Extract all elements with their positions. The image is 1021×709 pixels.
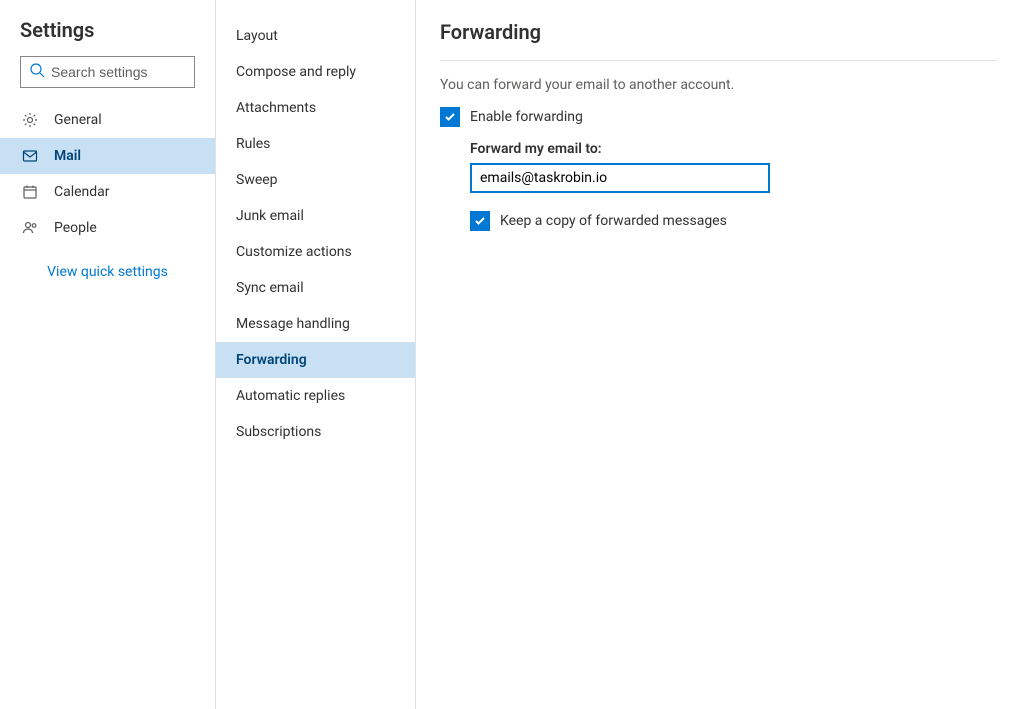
- enable-forwarding-label: Enable forwarding: [470, 109, 583, 125]
- checkmark-icon: [473, 214, 487, 228]
- checkmark-icon: [443, 110, 457, 124]
- subnav-label: Customize actions: [236, 244, 352, 260]
- forward-to-input[interactable]: [470, 163, 770, 193]
- view-quick-settings-link[interactable]: View quick settings: [0, 246, 215, 298]
- search-box[interactable]: [20, 56, 195, 88]
- subnav-item-message-handling[interactable]: Message handling: [216, 306, 415, 342]
- subnav-label: Junk email: [236, 208, 304, 224]
- subnav-item-subscriptions[interactable]: Subscriptions: [216, 414, 415, 450]
- enable-forwarding-checkbox[interactable]: [440, 107, 460, 127]
- subnav-item-sync[interactable]: Sync email: [216, 270, 415, 306]
- subnav-label: Sync email: [236, 280, 304, 296]
- subnav-item-auto-replies[interactable]: Automatic replies: [216, 378, 415, 414]
- page-title: Forwarding: [440, 20, 997, 60]
- keep-copy-label: Keep a copy of forwarded messages: [500, 213, 727, 229]
- subnav-label: Rules: [236, 136, 270, 152]
- settings-content: Forwarding You can forward your email to…: [416, 0, 1021, 709]
- subnav-item-customize[interactable]: Customize actions: [216, 234, 415, 270]
- settings-title: Settings: [0, 18, 215, 56]
- forward-to-label: Forward my email to:: [470, 141, 997, 157]
- mail-icon: [20, 148, 40, 164]
- page-description: You can forward your email to another ac…: [440, 77, 997, 93]
- subnav-label: Subscriptions: [236, 424, 321, 440]
- nav-item-label: General: [54, 112, 102, 128]
- subnav-item-layout[interactable]: Layout: [216, 18, 415, 54]
- nav-item-calendar[interactable]: Calendar: [0, 174, 215, 210]
- people-icon: [20, 220, 40, 236]
- subnav-label: Message handling: [236, 316, 350, 332]
- subnav-label: Compose and reply: [236, 64, 356, 80]
- nav-item-label: Calendar: [54, 184, 110, 200]
- search-input[interactable]: [51, 64, 186, 80]
- calendar-icon: [20, 184, 40, 200]
- settings-sub-nav: Layout Compose and reply Attachments Rul…: [216, 0, 416, 709]
- subnav-item-forwarding[interactable]: Forwarding: [216, 342, 415, 378]
- nav-item-label: People: [54, 220, 97, 236]
- nav-item-people[interactable]: People: [0, 210, 215, 246]
- subnav-item-junk[interactable]: Junk email: [216, 198, 415, 234]
- subnav-label: Forwarding: [236, 352, 307, 368]
- subnav-label: Attachments: [236, 100, 316, 116]
- subnav-label: Layout: [236, 28, 278, 44]
- subnav-label: Sweep: [236, 172, 278, 188]
- subnav-label: Automatic replies: [236, 388, 345, 404]
- gear-icon: [20, 112, 40, 128]
- subnav-item-rules[interactable]: Rules: [216, 126, 415, 162]
- settings-primary-nav: Settings General Mail: [0, 0, 216, 709]
- nav-item-general[interactable]: General: [0, 102, 215, 138]
- nav-item-label: Mail: [54, 148, 81, 164]
- nav-item-mail[interactable]: Mail: [0, 138, 215, 174]
- keep-copy-checkbox[interactable]: [470, 211, 490, 231]
- subnav-item-compose[interactable]: Compose and reply: [216, 54, 415, 90]
- subnav-item-attachments[interactable]: Attachments: [216, 90, 415, 126]
- search-icon: [29, 62, 51, 82]
- subnav-item-sweep[interactable]: Sweep: [216, 162, 415, 198]
- divider: [440, 60, 997, 61]
